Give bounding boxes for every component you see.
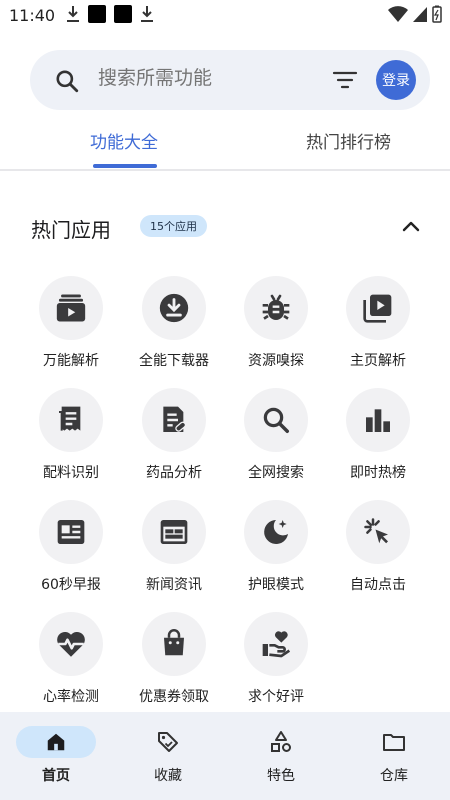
wifi-icon [388,6,408,22]
app-item-coupons[interactable]: 优惠券领取 [124,612,224,706]
status-time: 11:40 [9,6,56,25]
app-label: 全能下载器 [139,353,209,369]
tab-indicator [93,164,157,168]
app-item-universal-parse[interactable]: 万能解析 [21,276,121,370]
status-bar: 11:40 [0,0,450,32]
app-notification-icon [114,5,132,23]
app-label: 即时热榜 [350,465,406,481]
login-button[interactable]: 登录 [376,60,416,100]
receipt-icon [59,406,81,431]
app-item-ingredient-scan[interactable]: 配料识别 [21,388,121,482]
battery-icon [432,5,442,23]
app-label: 求个好评 [248,689,304,705]
app-count-badge: 15个应用 [140,215,207,237]
shapes-icon [271,731,291,752]
nav-home[interactable]: 首页 [0,712,112,800]
download-circle-icon [159,293,189,323]
app-label: 优惠券领取 [139,689,209,705]
shopping-bag-icon [164,629,184,656]
app-item-morning-news[interactable]: 60秒早报 [21,500,121,594]
app-item-resource-sniffer[interactable]: 资源嗅探 [226,276,326,370]
app-item-web-search[interactable]: 全网搜索 [226,388,326,482]
app-label: 护眼模式 [248,577,304,593]
newspaper-icon [57,520,85,544]
app-item-hot-list[interactable]: 即时热榜 [328,388,428,482]
bug-icon [262,294,290,320]
search-bar[interactable]: 登录 [30,50,430,110]
app-item-news-info[interactable]: 新闻资讯 [124,500,224,594]
heart-rate-icon [57,631,85,657]
nav-favorites[interactable]: 收藏 [112,712,224,800]
tag-icon [158,732,178,752]
app-label: 新闻资讯 [146,577,202,593]
bottom-navigation: 首页 收藏 特色 仓库 [0,712,450,800]
nav-featured[interactable]: 特色 [225,712,337,800]
bar-chart-icon [366,409,390,432]
home-icon [47,733,65,751]
tab-hot-ranking[interactable]: 热门排行榜 [306,128,391,153]
app-label: 药品分析 [146,465,202,481]
download-notification-icon [67,6,79,22]
app-item-eye-care[interactable]: 护眼模式 [226,500,326,594]
app-label: 自动点击 [350,577,406,593]
video-stack-icon [56,294,86,322]
signal-icon [413,7,427,22]
play-library-icon [363,294,392,323]
section-title: 热门应用 [31,218,111,242]
app-label: 资源嗅探 [248,353,304,369]
nav-label: 收藏 [154,768,182,784]
search-icon [263,407,289,433]
app-item-rate-us[interactable]: 求个好评 [226,612,326,706]
app-item-downloader[interactable]: 全能下载器 [124,276,224,370]
app-item-heart-rate[interactable]: 心率检测 [21,612,121,706]
app-label: 60秒早报 [41,577,101,593]
nav-label: 仓库 [380,768,408,784]
app-label: 心率检测 [43,689,99,705]
folder-icon [383,734,405,751]
medical-doc-icon [163,406,187,432]
chevron-up-icon[interactable] [402,219,420,233]
app-item-medicine-analysis[interactable]: 药品分析 [124,388,224,482]
app-label: 全网搜索 [248,465,304,481]
app-notification-icon [88,5,106,23]
app-item-auto-click[interactable]: 自动点击 [328,500,428,594]
tab-feature-list[interactable]: 功能大全 [90,128,158,153]
nav-label: 特色 [267,768,295,784]
app-label: 主页解析 [350,353,406,369]
app-label: 配料识别 [43,465,99,481]
nav-warehouse[interactable]: 仓库 [338,712,450,800]
search-icon[interactable] [54,68,80,94]
download-notification-icon [141,6,153,22]
search-input[interactable] [98,67,318,89]
night-mode-icon [264,520,288,544]
app-item-homepage-parse[interactable]: 主页解析 [328,276,428,370]
hand-heart-icon [262,631,291,658]
nav-label: 首页 [42,768,70,784]
app-label: 万能解析 [43,353,99,369]
filter-icon[interactable] [332,69,358,91]
calendar-view-icon [160,520,188,544]
tab-divider [0,169,450,171]
auto-click-icon [364,518,388,544]
